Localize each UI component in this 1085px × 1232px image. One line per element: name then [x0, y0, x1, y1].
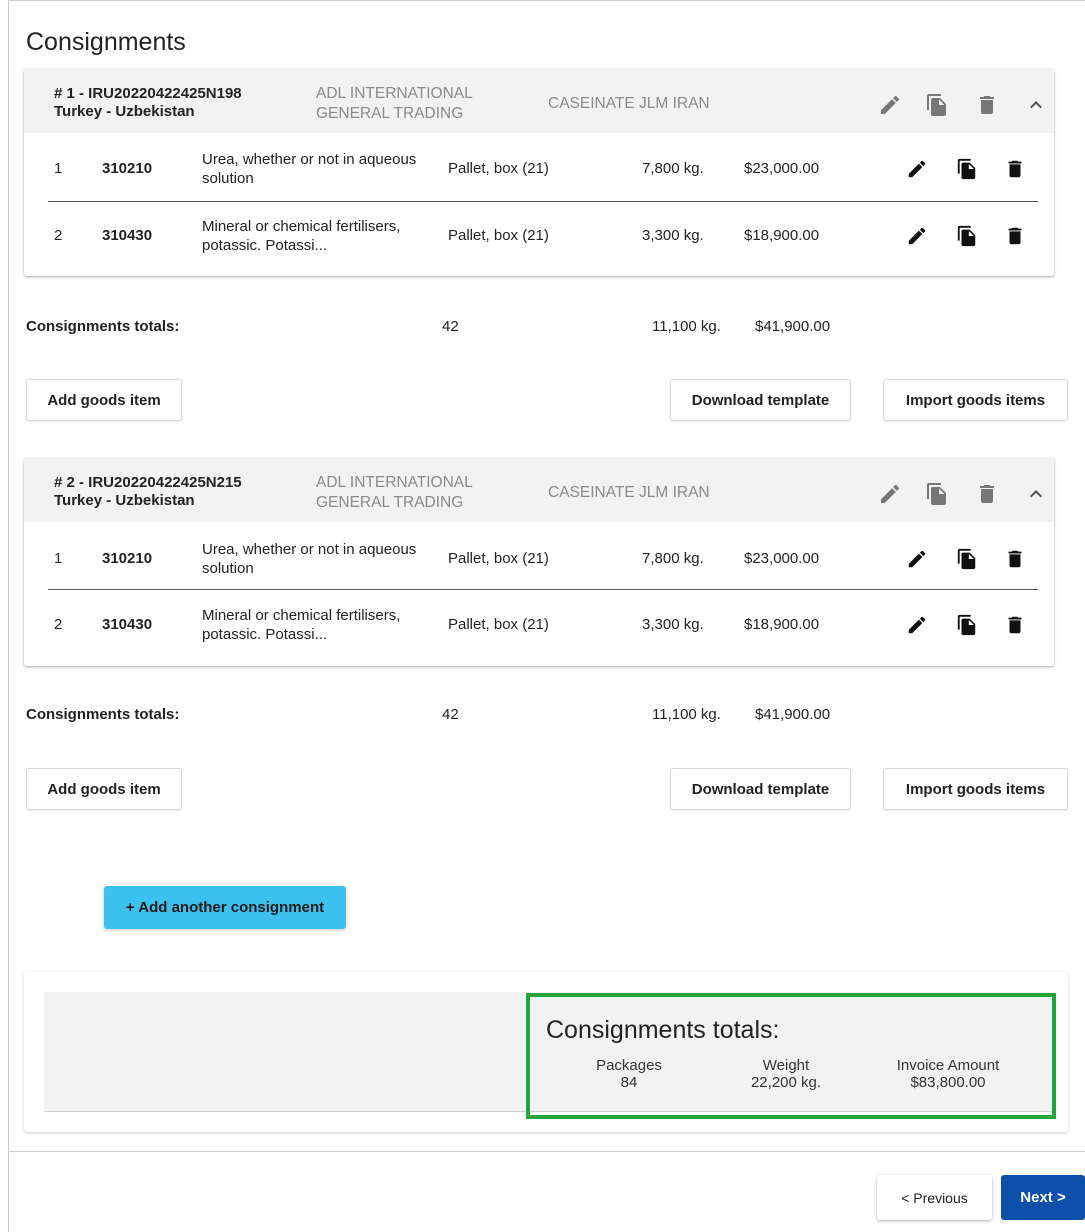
- summary-weight-value: 22,200 kg.: [750, 1074, 822, 1091]
- consignment-route: Turkey - Uzbekistan: [54, 492, 195, 509]
- item-packages: Pallet, box (21): [448, 160, 549, 177]
- summary-title: Consignments totals:: [546, 1016, 780, 1044]
- copy-icon[interactable]: [956, 614, 978, 636]
- summary-packages: Packages 84: [584, 1057, 674, 1091]
- item-number: 1: [54, 160, 63, 177]
- item-number: 2: [54, 616, 63, 633]
- pencil-icon[interactable]: [906, 548, 928, 570]
- chevron-up-icon[interactable]: [1024, 93, 1048, 117]
- import-goods-items-button[interactable]: Import goods items: [883, 379, 1068, 421]
- summary-weight-label: Weight: [762, 1057, 810, 1074]
- consignment-totals-label: Consignments totals:: [26, 706, 180, 723]
- item-number: 2: [54, 227, 63, 244]
- frame-border-top: [8, 0, 1085, 1]
- download-template-button[interactable]: Download template: [670, 379, 851, 421]
- consignment-card-1: # 1 - IRU20220422425N198 Turkey - Uzbeki…: [24, 69, 1054, 276]
- page-title: Consignments: [26, 28, 186, 56]
- consignment-goods: CASEINATE JLM IRAN: [548, 95, 710, 112]
- item-description: Urea, whether or not in aqueous solution: [202, 151, 417, 187]
- copy-icon[interactable]: [925, 93, 949, 117]
- summary-amount-label: Invoice Amount: [896, 1057, 1000, 1074]
- item-code: 310430: [102, 616, 153, 633]
- trash-icon[interactable]: [1004, 158, 1026, 180]
- item-amount: $18,900.00: [744, 616, 820, 633]
- summary-packages-label: Packages: [596, 1057, 662, 1074]
- consignment-company: ADL INTERNATIONAL GENERAL TRADING: [316, 474, 473, 511]
- pencil-icon[interactable]: [906, 158, 928, 180]
- summary-highlight-box: [526, 993, 1056, 1119]
- item-weight: 7,800 kg.: [642, 550, 704, 567]
- consignment-totals-weight: 11,100 kg.: [652, 318, 721, 335]
- item-weight: 7,800 kg.: [642, 160, 704, 177]
- download-template-button[interactable]: Download template: [670, 768, 851, 810]
- copy-icon[interactable]: [956, 158, 978, 180]
- item-packages: Pallet, box (21): [448, 227, 549, 244]
- consignment-totals-weight: 11,100 kg.: [652, 706, 721, 723]
- item-code: 310210: [102, 160, 153, 177]
- add-goods-item-button[interactable]: Add goods item: [26, 768, 182, 810]
- summary-amount: Invoice Amount $83,800.00: [878, 1057, 1018, 1091]
- item-packages: Pallet, box (21): [448, 616, 549, 633]
- consignment-totals-label: Consignments totals:: [26, 318, 180, 335]
- trash-icon[interactable]: [1004, 614, 1026, 636]
- previous-button[interactable]: < Previous: [877, 1175, 992, 1220]
- pencil-icon[interactable]: [878, 482, 902, 506]
- trash-icon[interactable]: [1004, 548, 1026, 570]
- trash-icon[interactable]: [975, 482, 999, 506]
- goods-item-row[interactable]: 2 310430 Mineral or chemical fertilisers…: [24, 596, 1054, 652]
- goods-item-row[interactable]: 2 310430 Mineral or chemical fertilisers…: [24, 207, 1054, 263]
- item-description: Mineral or chemical fertilisers, potassi…: [202, 607, 401, 643]
- trash-icon[interactable]: [975, 93, 999, 117]
- item-amount: $23,000.00: [744, 550, 820, 567]
- add-goods-item-button[interactable]: Add goods item: [26, 379, 182, 421]
- item-description: Urea, whether or not in aqueous solution: [202, 541, 417, 577]
- consignment-id: # 1 - IRU20220422425N198: [54, 85, 242, 102]
- consignment-header[interactable]: # 2 - IRU20220422425N215 Turkey - Uzbeki…: [24, 458, 1054, 522]
- item-code: 310430: [102, 227, 153, 244]
- row-divider: [48, 201, 1038, 202]
- frame-divider: [8, 1151, 1085, 1152]
- item-weight: 3,300 kg.: [642, 616, 704, 633]
- copy-icon[interactable]: [956, 548, 978, 570]
- consignment-totals-amount: $41,900.00: [755, 318, 831, 335]
- consignment-totals-packages: 42: [442, 706, 459, 723]
- summary-weight: Weight 22,200 kg.: [736, 1057, 836, 1091]
- consignment-totals-amount: $41,900.00: [755, 706, 831, 723]
- goods-item-row[interactable]: 1 310210 Urea, whether or not in aqueous…: [24, 140, 1054, 196]
- consignment-totals-packages: 42: [442, 318, 459, 335]
- item-number: 1: [54, 550, 63, 567]
- consignment-route: Turkey - Uzbekistan: [54, 103, 195, 120]
- chevron-up-icon[interactable]: [1024, 482, 1048, 506]
- goods-item-row[interactable]: 1 310210 Urea, whether or not in aqueous…: [24, 530, 1054, 586]
- consignment-card-2: # 2 - IRU20220422425N215 Turkey - Uzbeki…: [24, 458, 1054, 666]
- summary-packages-value: 84: [620, 1074, 638, 1091]
- add-consignment-button[interactable]: + Add another consignment: [104, 886, 346, 929]
- consignment-header[interactable]: # 1 - IRU20220422425N198 Turkey - Uzbeki…: [24, 69, 1054, 133]
- trash-icon[interactable]: [1004, 225, 1026, 247]
- item-amount: $18,900.00: [744, 227, 820, 244]
- row-divider: [48, 589, 1038, 590]
- item-packages: Pallet, box (21): [448, 550, 549, 567]
- summary-amount-value: $83,800.00: [910, 1074, 986, 1091]
- copy-icon[interactable]: [956, 225, 978, 247]
- copy-icon[interactable]: [925, 482, 949, 506]
- item-weight: 3,300 kg.: [642, 227, 704, 244]
- item-code: 310210: [102, 550, 153, 567]
- consignment-company: ADL INTERNATIONAL GENERAL TRADING: [316, 85, 473, 122]
- frame-border-left: [8, 0, 9, 1232]
- next-button[interactable]: Next >: [1001, 1175, 1085, 1220]
- import-goods-items-button[interactable]: Import goods items: [883, 768, 1068, 810]
- consignment-goods: CASEINATE JLM IRAN: [548, 484, 710, 501]
- pencil-icon[interactable]: [878, 93, 902, 117]
- pencil-icon[interactable]: [906, 614, 928, 636]
- item-description: Mineral or chemical fertilisers, potassi…: [202, 218, 401, 254]
- pencil-icon[interactable]: [906, 225, 928, 247]
- consignment-id: # 2 - IRU20220422425N215: [54, 474, 242, 491]
- item-amount: $23,000.00: [744, 160, 820, 177]
